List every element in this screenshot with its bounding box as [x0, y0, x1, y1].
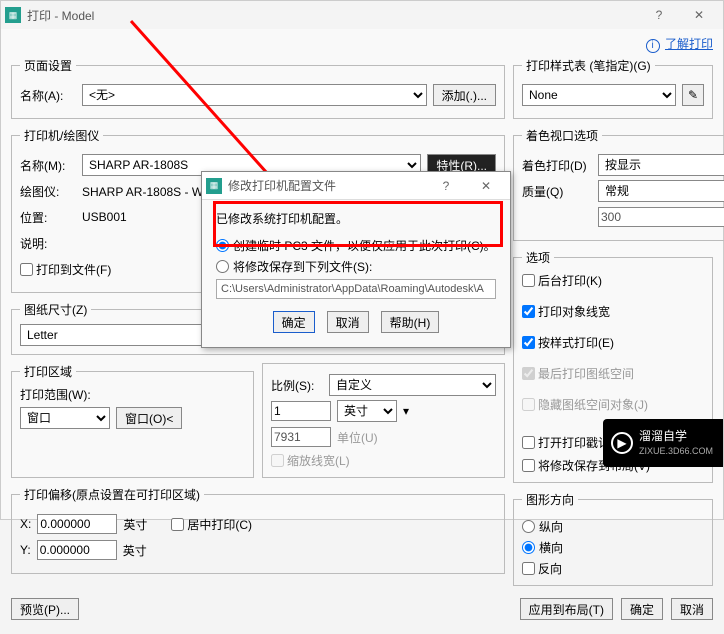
help-link-row: i 了解打印: [11, 35, 713, 53]
save-path-box: C:\Users\Administrator\AppData\Roaming\A…: [216, 279, 496, 299]
quality-select[interactable]: 常规: [598, 180, 724, 202]
modal-help-button2[interactable]: 帮助(H): [381, 311, 440, 333]
window-pick-button[interactable]: 窗口(O)<: [116, 407, 182, 429]
opt-temp-radio[interactable]: [216, 239, 229, 252]
plot-style-group: 打印样式表 (笔指定)(G) None ✎: [513, 57, 713, 119]
orientation-legend: 图形方向: [522, 491, 578, 508]
close-button[interactable]: ✕: [679, 3, 719, 27]
plot-style-select[interactable]: None: [522, 84, 676, 106]
scale-lw-checkbox: [271, 454, 284, 467]
opt-last-paper: 最后打印图纸空间: [522, 365, 704, 382]
plot-style-edit-button[interactable]: ✎: [682, 84, 704, 106]
apply-layout-button[interactable]: 应用到布局(T): [520, 598, 613, 620]
plotter-label: 绘图仪:: [20, 183, 76, 200]
opt-save-radio[interactable]: [216, 260, 229, 273]
print-to-file-checkbox[interactable]: [20, 263, 33, 276]
center-chk[interactable]: 居中打印(C): [171, 516, 252, 533]
app-icon: ▦: [5, 7, 21, 23]
scale-group: 比例(S): 自定义 英寸 ▾ 单位(U): [262, 363, 505, 478]
offset-legend: 打印偏移(原点设置在可打印区域): [20, 486, 204, 503]
ratio-label: 比例(S):: [271, 377, 323, 394]
range-label: 打印范围(W):: [20, 386, 245, 403]
help-button[interactable]: ?: [639, 3, 679, 27]
y-unit: 英寸: [123, 542, 147, 559]
info-icon: i: [646, 39, 660, 53]
preview-button[interactable]: 预览(P)...: [11, 598, 79, 620]
brand-watermark: ▶ 溜溜自学ZIXUE.3D66.COM: [603, 419, 723, 467]
page-setup-legend: 页面设置: [20, 57, 76, 74]
x-unit: 英寸: [123, 516, 147, 533]
scale-num2: [271, 427, 331, 447]
ratio-select[interactable]: 自定义: [329, 374, 496, 396]
play-icon: ▶: [611, 432, 633, 454]
printer-legend: 打印机/绘图仪: [20, 127, 103, 144]
page-setup-name-select[interactable]: <无>: [82, 84, 427, 106]
viewport-group: 着色视口选项 着色打印(D) 按显示 质量(Q) 常规: [513, 127, 724, 241]
modify-printer-config-dialog: ▦ 修改打印机配置文件 ? ✕ 已修改系统打印机配置。 创建临时 PC3 文件，…: [201, 171, 511, 348]
modal-close-button[interactable]: ✕: [466, 174, 506, 198]
scale-unit1[interactable]: 英寸: [337, 400, 397, 422]
page-setup-group: 页面设置 名称(A): <无> 添加(.)...: [11, 57, 505, 119]
center-checkbox[interactable]: [171, 518, 184, 531]
x-label: X:: [20, 517, 31, 531]
name-label: 名称(A):: [20, 87, 76, 104]
desc-label: 说明:: [20, 235, 76, 252]
add-page-setup-button[interactable]: 添加(.)...: [433, 84, 496, 106]
offset-group: 打印偏移(原点设置在可打印区域) X: 英寸 居中打印(C) Y:: [11, 486, 505, 574]
modal-message: 已修改系统打印机配置。: [216, 210, 496, 227]
orient-landscape[interactable]: 横向: [522, 539, 704, 556]
viewport-legend: 着色视口选项: [522, 127, 602, 144]
orient-portrait[interactable]: 纵向: [522, 518, 704, 535]
app-icon: ▦: [206, 178, 222, 194]
orient-reverse[interactable]: 反向: [522, 560, 704, 577]
modal-cancel-button[interactable]: 取消: [327, 311, 369, 333]
print-dialog: ▦ 打印 - Model ? ✕ i 了解打印 页面设置 名称(A): <无>: [0, 0, 724, 520]
cancel-button[interactable]: 取消: [671, 598, 713, 620]
opt-obj-lw[interactable]: 打印对象线宽: [522, 303, 704, 320]
bottom-button-row: 预览(P)... 应用到布局(T) 确定 取消: [11, 594, 713, 624]
paper-size-legend: 图纸尺寸(Z): [20, 301, 91, 318]
learn-print-link[interactable]: 了解打印: [665, 37, 713, 51]
print-area-legend: 打印区域: [20, 363, 76, 380]
location-value: USB001: [82, 210, 127, 224]
print-range-select[interactable]: 窗口: [20, 407, 110, 429]
ok-button[interactable]: 确定: [621, 598, 663, 620]
orientation-group: 图形方向 纵向 横向 反向: [513, 491, 713, 586]
modal-title: 修改打印机配置文件: [228, 177, 336, 194]
opt-bg[interactable]: 后台打印(K): [522, 272, 704, 289]
location-label: 位置:: [20, 209, 76, 226]
y-input[interactable]: [37, 540, 117, 560]
modal-help-button[interactable]: ?: [426, 174, 466, 198]
quality-label: 质量(Q): [522, 183, 592, 200]
x-input[interactable]: [37, 514, 117, 534]
shade-label: 着色打印(D): [522, 157, 592, 174]
shade-select[interactable]: 按显示: [598, 154, 724, 176]
print-to-file-chk[interactable]: 打印到文件(F): [20, 261, 111, 278]
opt-temp-pc3[interactable]: 创建临时 PC3 文件，以便仅应用于此次打印(C)。: [216, 237, 496, 254]
titlebar: ▦ 打印 - Model ? ✕: [1, 1, 723, 29]
plot-style-legend: 打印样式表 (笔指定)(G): [522, 57, 655, 74]
paper-size-select[interactable]: Letter: [20, 324, 220, 346]
printer-name-label: 名称(M):: [20, 157, 76, 174]
y-label: Y:: [20, 543, 31, 557]
opt-by-style[interactable]: 按样式打印(E): [522, 334, 704, 351]
unit2-label: 单位(U): [337, 429, 378, 446]
modal-ok-button[interactable]: 确定: [273, 311, 315, 333]
equals-icon: ▾: [403, 404, 409, 418]
opt-save-file[interactable]: 将修改保存到下列文件(S):: [216, 258, 496, 275]
dpi-input: [598, 207, 724, 227]
options-legend: 选项: [522, 249, 554, 266]
scale-lw-chk: 缩放线宽(L): [271, 452, 496, 469]
opt-hide-paper: 隐藏图纸空间对象(J): [522, 396, 704, 413]
scale-num1[interactable]: [271, 401, 331, 421]
window-title: 打印 - Model: [27, 7, 94, 24]
print-area-group: 打印区域 打印范围(W): 窗口 窗口(O)<: [11, 363, 254, 478]
